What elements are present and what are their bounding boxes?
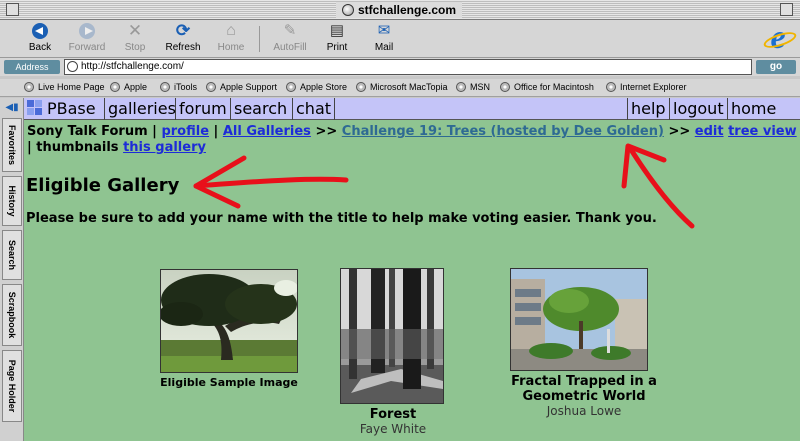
thumbnail-author: Joshua Lowe xyxy=(546,404,622,418)
browser-toolbar: Back Forward ✕ Stop ⟳ Refresh ⌂ Home ✎ A… xyxy=(0,20,800,58)
oak-tree-photo xyxy=(161,270,297,372)
nav-home[interactable]: home xyxy=(727,98,800,120)
breadcrumb-challenge-link[interactable]: Challenge 19: Trees (hosted by Dee Golde… xyxy=(342,124,664,139)
thumbnail-image-link[interactable] xyxy=(510,268,648,371)
this-gallery-link[interactable]: this gallery xyxy=(123,140,206,155)
favorite-apple-support[interactable]: Apple Support xyxy=(206,82,277,92)
red-arrow-to-title xyxy=(193,176,349,189)
favorite-apple-store[interactable]: Apple Store xyxy=(286,82,347,92)
pbase-nav-bar: PBase galleries forum search chat help l… xyxy=(24,98,800,120)
explorer-sidebar: ◀▮ Favorites History Search Scrapbook Pa… xyxy=(0,98,24,441)
favorite-link-icon xyxy=(160,82,170,92)
favorite-link-icon xyxy=(110,82,120,92)
home-button[interactable]: ⌂ Home xyxy=(203,22,259,56)
back-arrow-icon xyxy=(30,22,50,40)
print-icon: ▤ xyxy=(329,22,345,39)
page-content: PBase galleries forum search chat help l… xyxy=(24,98,800,441)
stop-icon: ✕ xyxy=(127,21,143,40)
sidebar-tab-search[interactable]: Search xyxy=(2,230,22,280)
go-button[interactable]: go xyxy=(756,60,796,74)
sidebar-tab-page-holder[interactable]: Page Holder xyxy=(2,350,22,422)
favorite-office-for-macintosh[interactable]: Office for Macintosh xyxy=(500,82,594,92)
favorite-live-home-page[interactable]: Live Home Page xyxy=(24,82,105,92)
favorite-link-icon xyxy=(500,82,510,92)
mail-icon: ✉ xyxy=(377,22,391,39)
thumbnail-caption: Fractal Trapped in a Geometric World xyxy=(511,374,657,404)
forest-photo xyxy=(341,269,443,403)
thumbnail-item: Eligible Sample Image xyxy=(160,269,298,389)
edit-link[interactable]: edit xyxy=(695,124,724,139)
forward-arrow-icon xyxy=(77,22,97,40)
favorites-bar: Live Home Page Apple iTools Apple Suppor… xyxy=(0,79,800,97)
sidebar-toggle-icon[interactable]: ◀▮ xyxy=(3,102,21,114)
thumbnail-author: Faye White xyxy=(359,422,427,436)
breadcrumb: Sony Talk Forum | profile | All Gallerie… xyxy=(27,124,797,155)
globe-icon xyxy=(342,4,354,16)
window-title-bar[interactable]: stfchallenge.com xyxy=(0,0,800,20)
thumbnail-item: Forest Faye White xyxy=(340,268,446,436)
home-icon: ⌂ xyxy=(226,22,236,39)
gallery-description: Please be sure to add your name with the… xyxy=(26,211,657,226)
nav-search[interactable]: search xyxy=(231,98,293,120)
favorite-itools[interactable]: iTools xyxy=(160,82,197,92)
thumbnail-item: Fractal Trapped in a Geometric World Jos… xyxy=(500,268,668,418)
internet-explorer-logo-icon: e xyxy=(762,21,794,55)
fractal-tree-photo xyxy=(511,269,647,370)
address-label: Address xyxy=(4,60,60,74)
thumbnail-image-link[interactable] xyxy=(340,268,444,404)
thumbnail-caption: Forest xyxy=(369,407,417,422)
favorite-link-icon xyxy=(206,82,216,92)
toolbar-divider xyxy=(259,26,260,52)
nav-forum[interactable]: forum xyxy=(176,98,231,120)
breadcrumb-profile-link[interactable]: profile xyxy=(161,124,209,139)
address-input[interactable]: http://stfchallenge.com/ xyxy=(64,59,752,75)
mail-button[interactable]: ✉ Mail xyxy=(356,22,412,56)
window-title: stfchallenge.com xyxy=(336,2,463,18)
close-box-icon[interactable] xyxy=(6,3,19,16)
page-title: Eligible Gallery xyxy=(26,175,180,196)
favorite-microsoft-mactopia[interactable]: Microsoft MacTopia xyxy=(356,82,448,92)
pbase-logo-link[interactable]: PBase xyxy=(24,98,105,120)
thumbnail-image-link[interactable] xyxy=(160,269,298,373)
collapse-box-icon[interactable] xyxy=(780,3,793,16)
sidebar-tab-scrapbook[interactable]: Scrapbook xyxy=(2,284,22,346)
favorite-internet-explorer[interactable]: Internet Explorer xyxy=(606,82,687,92)
address-bar: Address http://stfchallenge.com/ go xyxy=(0,58,800,76)
favorite-msn[interactable]: MSN xyxy=(456,82,490,92)
nav-help[interactable]: help xyxy=(627,98,669,120)
favorite-link-icon xyxy=(606,82,616,92)
favorite-link-icon xyxy=(286,82,296,92)
sidebar-tab-history[interactable]: History xyxy=(2,176,22,226)
pbase-logo-icon xyxy=(27,100,43,116)
page-icon xyxy=(67,61,78,72)
favorite-apple[interactable]: Apple xyxy=(110,82,147,92)
breadcrumb-all-galleries-link[interactable]: All Galleries xyxy=(223,124,311,139)
nav-logout[interactable]: logout xyxy=(669,98,727,120)
autofill-icon: ✎ xyxy=(283,22,297,39)
sidebar-tab-favorites[interactable]: Favorites xyxy=(2,118,22,172)
favorite-link-icon xyxy=(456,82,466,92)
favorite-link-icon xyxy=(356,82,366,92)
tree-view-link[interactable]: tree view xyxy=(728,124,797,139)
nav-galleries[interactable]: galleries xyxy=(105,98,176,120)
nav-chat[interactable]: chat xyxy=(293,98,335,120)
favorite-link-icon xyxy=(24,82,34,92)
thumbnails-label: thumbnails xyxy=(36,140,119,155)
thumbnail-caption: Eligible Sample Image xyxy=(160,376,298,389)
refresh-icon: ⟳ xyxy=(175,21,191,40)
